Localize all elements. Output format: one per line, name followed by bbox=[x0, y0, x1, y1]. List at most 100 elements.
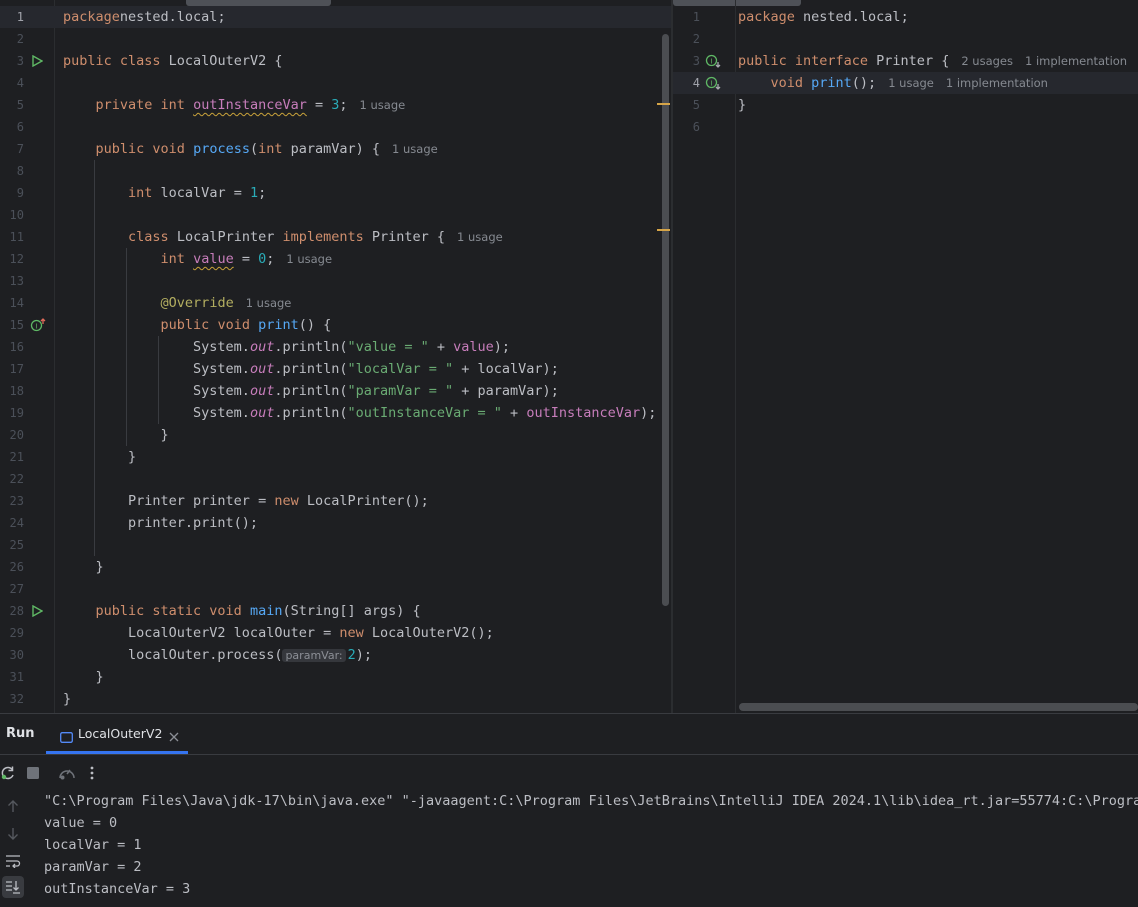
usage-hint[interactable]: 1 usage bbox=[360, 98, 406, 112]
warning-stripe-mark[interactable] bbox=[657, 229, 670, 231]
code-line[interactable]: 3 public interface Printer {2 usages 1 imp… bbox=[673, 50, 1138, 72]
code-line[interactable]: 18 System.out.println("paramVar = " + pa… bbox=[0, 380, 671, 402]
code-line[interactable]: 24 printer.print(); bbox=[0, 512, 671, 534]
code-line[interactable]: 28 public static void main(String[] args… bbox=[0, 600, 671, 622]
code-line[interactable]: 23 Printer printer = new LocalPrinter(); bbox=[0, 490, 671, 512]
code-line[interactable]: 29 LocalOuterV2 localOuter = new LocalOu… bbox=[0, 622, 671, 644]
code-line[interactable]: 32} bbox=[0, 688, 671, 710]
code-line[interactable]: 8 bbox=[0, 160, 671, 182]
code-line[interactable]: 15 public void print() { bbox=[0, 314, 671, 336]
more-options-icon[interactable] bbox=[82, 763, 102, 783]
code-line[interactable]: 12 int value = 0; 1 usage bbox=[0, 248, 671, 270]
code-line[interactable]: 2 bbox=[673, 28, 1138, 50]
code-text[interactable]: int localVar = 1; bbox=[63, 182, 266, 204]
code-text[interactable]: void print(); 1 usage 1 implementation bbox=[738, 72, 1048, 94]
usage-hint[interactable]: 1 usage bbox=[246, 296, 292, 310]
code-text[interactable]: public void process(int paramVar) {1 usa… bbox=[63, 138, 438, 160]
code-text[interactable]: @Override 1 usage bbox=[63, 292, 292, 314]
code-token: Printer { bbox=[876, 53, 950, 69]
code-line[interactable]: 9 int localVar = 1; bbox=[0, 182, 671, 204]
implemented-icon[interactable]: I bbox=[705, 75, 721, 91]
warning-stripe-mark[interactable] bbox=[657, 103, 670, 105]
code-text[interactable]: } bbox=[63, 424, 169, 446]
code-line[interactable]: 27 bbox=[0, 578, 671, 600]
code-text[interactable]: Printer printer = new LocalPrinter(); bbox=[63, 490, 429, 512]
code-line[interactable]: 19 System.out.println("outInstanceVar = … bbox=[0, 402, 671, 424]
code-line[interactable]: 2 bbox=[0, 28, 671, 50]
run-triangle-icon[interactable] bbox=[29, 53, 45, 69]
implemented-icon[interactable]: I bbox=[705, 53, 721, 69]
code-line[interactable]: 4 bbox=[0, 72, 671, 94]
usage-hint[interactable]: 1 usage bbox=[888, 76, 934, 90]
code-line[interactable]: 20 } bbox=[0, 424, 671, 446]
code-text[interactable]: class LocalPrinter implements Printer {1… bbox=[63, 226, 503, 248]
code-line[interactable]: 11 class LocalPrinter implements Printer… bbox=[0, 226, 671, 248]
code-line[interactable]: 1 package nested.local; bbox=[673, 6, 1138, 28]
scroll-up-icon[interactable] bbox=[3, 796, 23, 816]
close-tab-icon[interactable] bbox=[169, 727, 179, 746]
code-text[interactable]: localOuter.process(paramVar: 2); bbox=[63, 644, 372, 667]
line-number: 25 bbox=[9, 538, 24, 552]
code-text[interactable]: } bbox=[63, 688, 71, 710]
code-token: out bbox=[249, 405, 275, 421]
console-output[interactable]: "C:\Program Files\Java\jdk-17\bin\java.e… bbox=[44, 790, 1138, 900]
code-text[interactable]: public class LocalOuterV2 { bbox=[63, 50, 282, 72]
override-icon[interactable]: I bbox=[30, 317, 46, 333]
code-line[interactable]: 5 private int outInstanceVar = 3; 1 usage bbox=[0, 94, 671, 116]
rerun-icon[interactable] bbox=[0, 763, 18, 783]
code-line[interactable]: 6 bbox=[673, 116, 1138, 138]
code-line[interactable]: 21 } bbox=[0, 446, 671, 468]
stop-icon[interactable] bbox=[23, 763, 43, 783]
code-line[interactable]: 5} bbox=[673, 94, 1138, 116]
code-line[interactable]: 3 public class LocalOuterV2 { bbox=[0, 50, 671, 72]
code-line[interactable]: 30 localOuter.process(paramVar: 2); bbox=[0, 644, 671, 666]
code-text[interactable]: LocalOuterV2 localOuter = new LocalOuter… bbox=[63, 622, 494, 644]
code-text[interactable]: } bbox=[63, 556, 104, 578]
code-text[interactable]: packagenested.local; bbox=[63, 6, 226, 28]
run-config-tab[interactable]: LocalOuterV2 bbox=[60, 714, 188, 754]
code-line[interactable]: 7 public void process(int paramVar) {1 u… bbox=[0, 138, 671, 160]
code-text[interactable]: } bbox=[63, 666, 104, 688]
code-line[interactable]: 13 bbox=[0, 270, 671, 292]
editor-pane-right[interactable]: 1 package nested.local; 2 3 public interface… bbox=[673, 0, 1138, 713]
code-text[interactable]: int value = 0; 1 usage bbox=[63, 248, 333, 270]
code-line[interactable]: 17 System.out.println("localVar = " + lo… bbox=[0, 358, 671, 380]
run-panel-title[interactable]: Run bbox=[6, 726, 35, 741]
code-line[interactable]: 6 bbox=[0, 116, 671, 138]
usage-hint[interactable]: 1 implementation bbox=[946, 76, 1048, 90]
code-line[interactable]: 16 System.out.println("value = " + value… bbox=[0, 336, 671, 358]
code-text[interactable]: private int outInstanceVar = 3; 1 usage bbox=[63, 94, 406, 116]
code-line[interactable]: 25 bbox=[0, 534, 671, 556]
vertical-scrollbar[interactable] bbox=[662, 34, 669, 606]
scroll-to-end-icon[interactable] bbox=[2, 876, 24, 898]
editor-pane-left[interactable]: 2 1packagenested.local;23public class Lo… bbox=[0, 0, 671, 713]
scroll-down-icon[interactable] bbox=[3, 824, 23, 844]
code-text[interactable]: System.out.println("value = " + value); bbox=[63, 336, 510, 358]
code-text[interactable]: public interface Printer {2 usages 1 impl… bbox=[738, 50, 1127, 72]
run-triangle-icon[interactable] bbox=[29, 603, 45, 619]
code-text[interactable]: } bbox=[738, 94, 746, 116]
code-line[interactable]: 1 packagenested.local; bbox=[0, 6, 671, 28]
usage-hint[interactable]: 1 implementation bbox=[1025, 54, 1127, 68]
usage-hint[interactable]: 2 usages bbox=[961, 54, 1013, 68]
code-text[interactable]: public static void main(String[] args) { bbox=[63, 600, 421, 622]
code-text[interactable]: package nested.local; bbox=[738, 6, 909, 28]
usage-hint[interactable]: 1 usage bbox=[457, 230, 503, 244]
code-text[interactable]: System.out.println("paramVar = " + param… bbox=[63, 380, 559, 402]
horizontal-scrollbar[interactable] bbox=[739, 703, 1138, 711]
code-line[interactable]: 4 void print(); 1 usage 1 implementation bbox=[673, 72, 1138, 94]
attach-debugger-icon[interactable] bbox=[57, 763, 77, 783]
code-line[interactable]: 31 } bbox=[0, 666, 671, 688]
code-text[interactable]: System.out.println("outInstanceVar = " +… bbox=[63, 402, 656, 424]
code-line[interactable]: 22 bbox=[0, 468, 671, 490]
code-text[interactable]: } bbox=[63, 446, 136, 468]
code-line[interactable]: 10 bbox=[0, 204, 671, 226]
usage-hint[interactable]: 1 usage bbox=[392, 142, 438, 156]
soft-wrap-icon[interactable] bbox=[3, 851, 23, 871]
code-text[interactable]: public void print() { bbox=[63, 314, 332, 336]
code-line[interactable]: 26 } bbox=[0, 556, 671, 578]
code-text[interactable]: System.out.println("localVar = " + local… bbox=[63, 358, 559, 380]
code-text[interactable]: printer.print(); bbox=[63, 512, 258, 534]
code-line[interactable]: 14 @Override 1 usage bbox=[0, 292, 671, 314]
usage-hint[interactable]: 1 usage bbox=[286, 252, 332, 266]
